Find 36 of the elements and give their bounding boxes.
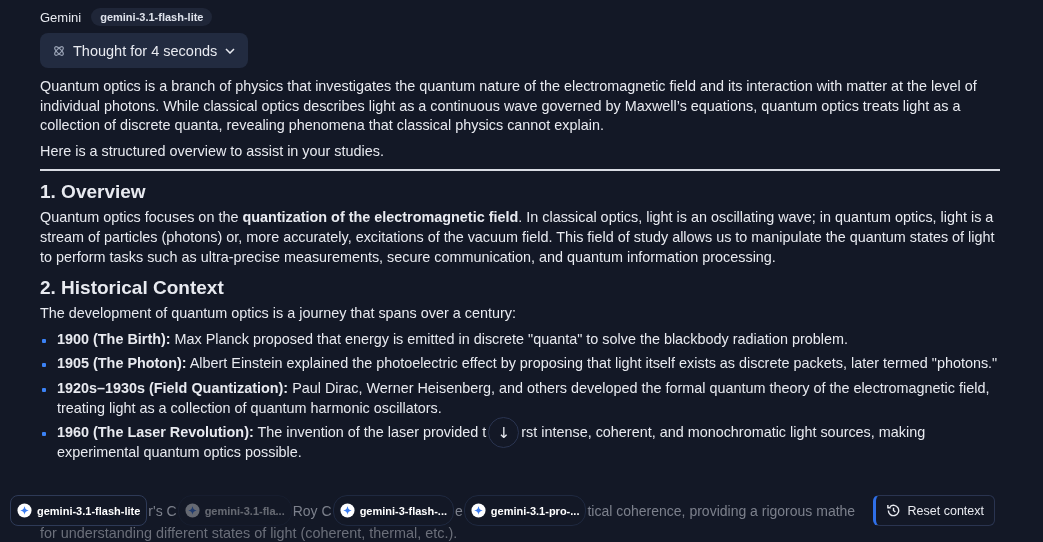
bullet-icon [42, 363, 46, 368]
list-item-text: 1920s–1930s (Field Quantization): Paul Dirac, Werner Heisenberg, and others developed the formal quantum theory of the electromagnetic field, treating light as a collection of quantum harmonic oscillators. [57, 378, 991, 418]
paragraph: Here is a structured overview to assist in your studies. [40, 141, 385, 161]
paragraph: Quantum optics is a branch of physics that investigates the quantum nature of the electromagnetic field and its interaction with matter at the level of individual photons. While classical optics describes light as a continuous wave governed by Maxwell’s equations, quantum optics treats light as a collection of discrete quanta, revealing phenomena that classical physics cannot explain. [40, 77, 978, 136]
paragraph: Quantum optics focuses on the quantization of the electromagnetic field. In classical optics, light is an oscillating wave; in quantum optics, light is a stream of particles (photons) or, more accurately, excitations of the vacuum field. This field of study allows us to manipulate the quantum states of light to perform tasks such as ultra-precise measurements, secure communication, and quantum information processing. [40, 208, 996, 267]
faded-text: r's C [147, 502, 178, 519]
chevron-down-icon [225, 47, 236, 54]
list-item-text: 1905 (The Photon): Albert Einstein explained the photoelectric effect by proposing that light itself exists as discrete packets, later termed "photons." [57, 354, 998, 374]
section-heading: 2. Historical Context [40, 276, 225, 300]
list-item-text: 1960 (The Laser Revolution): The invention of the laser provided t [57, 423, 487, 443]
model-chip[interactable]: gemini-3-flash-... [332, 495, 455, 526]
model-chip[interactable]: gemini-3.1-flash-lite [10, 495, 148, 526]
list-item-text: rst intense, coherent, and monochromatic light sources, making [521, 423, 926, 443]
scroll-down-button[interactable]: ↓ [488, 417, 520, 449]
list-item-text: experimental quantum optics possible. [57, 442, 303, 462]
bullet-icon [42, 432, 46, 437]
assistant-name: Gemini [40, 9, 82, 25]
thought-toggle[interactable]: Thought for 4 seconds [40, 33, 249, 68]
model-chip[interactable]: gemini-3.1-pro-... [463, 495, 587, 526]
faded-text: e [454, 502, 464, 519]
list-item-text: 1900 (The Birth): Max Planck proposed that energy is emitted in discrete "quanta" to solve the blackbody radiation problem. [57, 329, 848, 349]
sparkle-icon [184, 503, 200, 518]
model-tag: gemini-3.1-flash-lite [91, 8, 213, 26]
bullet-icon [42, 338, 46, 343]
history-icon [885, 503, 901, 518]
sparkle-icon [339, 503, 355, 518]
faded-text: tical coherence, providing a rigorous mathe [586, 502, 857, 519]
reset-context-button[interactable]: Reset context [872, 495, 995, 526]
paragraph: The development of quantum optics is a journey that spans over a century: [40, 304, 517, 324]
bullet-icon [42, 387, 46, 392]
sparkle-icon [470, 503, 486, 518]
atom-icon [53, 44, 65, 57]
sparkle-icon [17, 503, 32, 518]
faded-text: for understanding different states of light (coherent, thermal, etc.). [39, 525, 459, 541]
faded-text: Roy C [291, 502, 333, 519]
section-heading: 1. Overview [40, 180, 147, 204]
